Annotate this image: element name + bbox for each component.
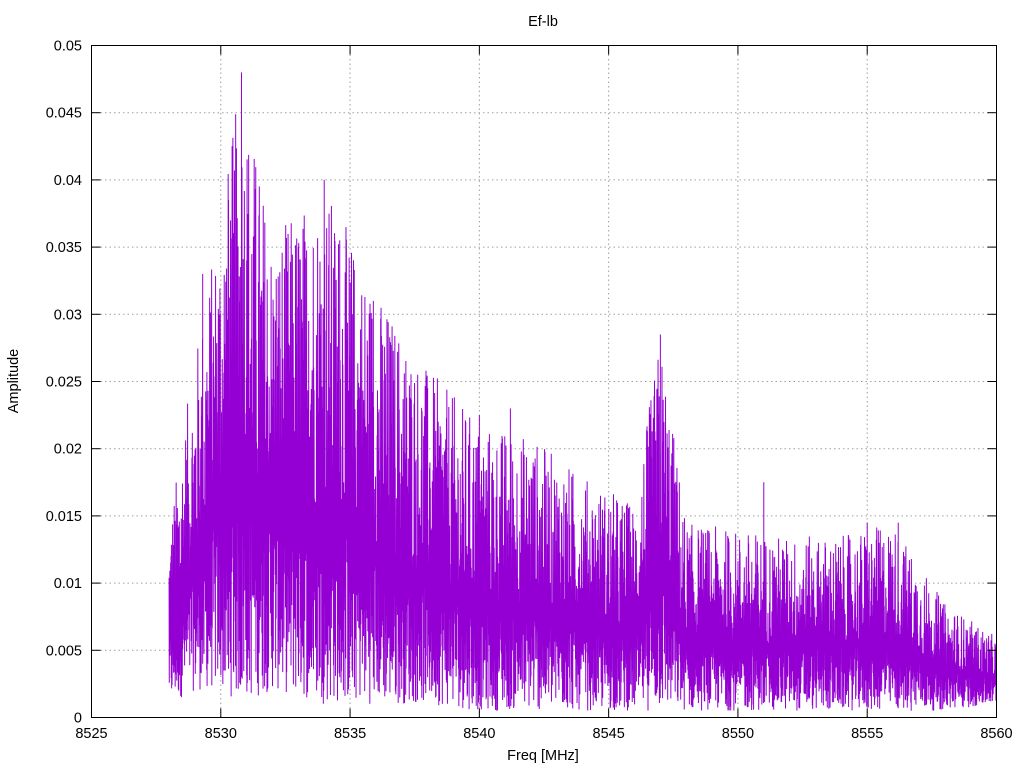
- y-tick-label: 0.05: [54, 39, 82, 55]
- y-tick-label: 0.03: [54, 307, 82, 323]
- x-tick-label: 8535: [334, 726, 366, 742]
- x-tick-label: 8545: [593, 726, 625, 742]
- x-axis-tick-labels: 8525 8530 8535 8540 8545 8550 8555 8560: [75, 726, 1012, 742]
- series-line: [168, 72, 997, 711]
- plot-area: [168, 72, 997, 711]
- y-tick-label: 0.04: [54, 173, 82, 189]
- y-tick-label: 0.005: [46, 643, 82, 659]
- y-axis-tick-labels: 0 0.005 0.01 0.015 0.02 0.025 0.03 0.035 0.04 0.0…: [46, 39, 82, 727]
- x-tick-label: 8550: [722, 726, 754, 742]
- x-tick-label: 8525: [75, 726, 107, 742]
- y-tick-label: 0.025: [46, 375, 82, 391]
- y-tick-label: 0: [74, 711, 82, 727]
- x-axis-label: Freq [MHz]: [507, 748, 579, 764]
- x-tick-label: 8560: [980, 726, 1012, 742]
- chart-title: Ef-lb: [528, 14, 558, 30]
- line-chart: 8525 8530 8535 8540 8545 8550 8555 8560 00.0050…: [6, 14, 1013, 764]
- y-tick-label: 0.02: [54, 442, 82, 458]
- y-tick-label: 0.01: [54, 576, 82, 592]
- y-tick-label: 0.035: [46, 240, 82, 256]
- y-axis-label: Amplitude: [6, 349, 22, 413]
- x-tick-label: 8555: [851, 726, 883, 742]
- x-tick-label: 8530: [205, 726, 237, 742]
- x-tick-label: 8540: [463, 726, 495, 742]
- y-tick-label: 0.045: [46, 106, 82, 122]
- y-tick-label: 0.015: [46, 509, 82, 525]
